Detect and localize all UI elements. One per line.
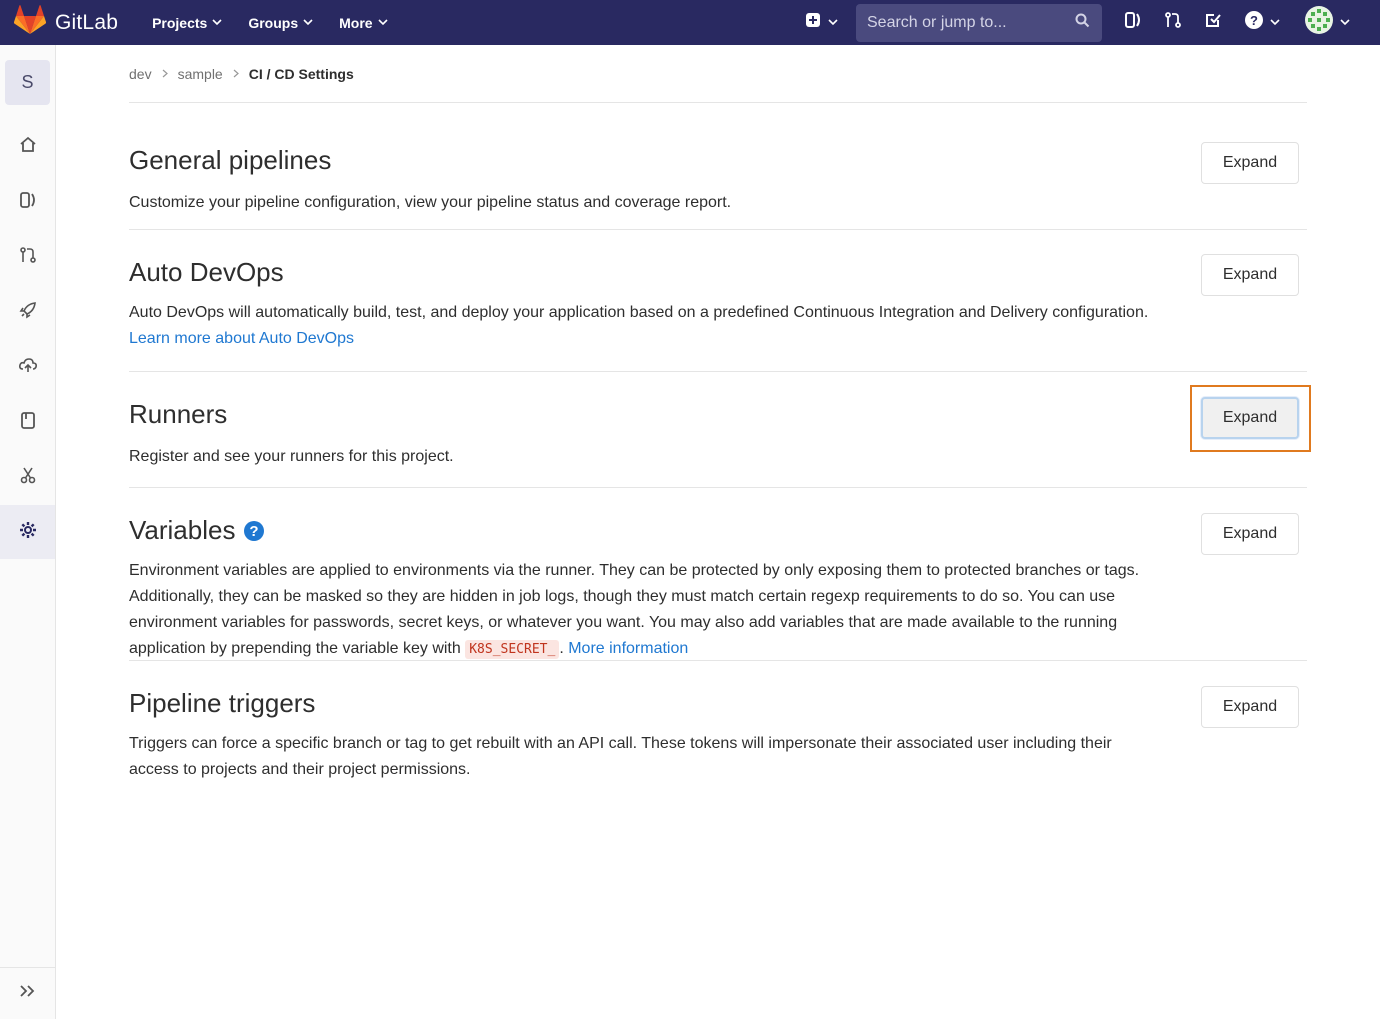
search-input[interactable]: Search or jump to... [856,3,1102,42]
chevron-down-icon [303,19,313,26]
home-icon [18,135,38,160]
chevron-down-icon [1270,19,1280,26]
nav-projects[interactable]: Projects [152,15,222,31]
section-runners: Runners Register and see your runners fo… [129,372,1311,488]
expand-variables-button[interactable]: Expand [1201,513,1299,555]
chevron-down-icon [212,19,222,26]
svg-text:?: ? [250,523,259,540]
brand-name: GitLab [55,10,119,34]
collapse-sidebar-button[interactable] [0,967,55,1019]
expand-auto-devops-button[interactable]: Expand [1201,254,1299,296]
expand-general-pipelines-button[interactable]: Expand [1201,142,1299,184]
double-chevron-right-icon [19,984,37,1003]
expand-pipeline-triggers-button[interactable]: Expand [1201,686,1299,728]
plus-square-icon [805,12,821,33]
section-description: Customize your pipeline configuration, v… [129,194,732,211]
svg-text:?: ? [1250,13,1258,28]
gitlab-logo-icon [13,5,47,40]
todos-nav-button[interactable] [1204,11,1222,34]
section-title: General pipelines [129,145,332,175]
merge-requests-nav-button[interactable] [1164,11,1182,34]
rocket-icon [18,300,38,325]
top-navbar: GitLab Projects Groups More Search or ju… [0,0,1380,45]
breadcrumb-sample[interactable]: sample [178,66,223,82]
gitlab-home-link[interactable]: GitLab [13,5,119,40]
cloud-icon [18,355,38,380]
nav-menu: Projects Groups More [152,15,413,31]
search-icon [1075,13,1090,33]
merge-request-icon [18,245,38,270]
sidebar-item-project-overview[interactable] [0,120,55,174]
merge-request-icon [1164,11,1182,34]
settings-icon [18,520,38,545]
sidebar-item-issues[interactable] [0,175,55,229]
section-title: Variables ? [129,515,1307,546]
sidebar-item-snippets[interactable] [0,450,55,504]
sidebar-item-ci-cd[interactable] [0,285,55,339]
chevron-down-icon [377,19,388,26]
nav-more-label: More [339,14,373,31]
chevron-down-icon [828,19,838,26]
sidebar-item-operations[interactable] [0,340,55,394]
question-circle-icon[interactable]: ? [243,520,265,542]
nav-groups[interactable]: Groups [248,15,313,31]
nav-more[interactable]: More [339,14,388,31]
section-title: Auto DevOps [129,257,284,287]
issues-nav-button[interactable] [1124,11,1142,34]
more-information-link[interactable]: More information [568,640,688,657]
project-sidebar: S [0,45,56,1019]
section-auto-devops: Auto DevOps Auto DevOps will automatical… [129,230,1307,372]
breadcrumb: dev sample CI / CD Settings [129,45,1307,103]
document-icon [18,410,38,435]
scissors-icon [18,465,38,490]
project-avatar: S [5,59,50,105]
learn-more-auto-devops-link[interactable]: Learn more about Auto DevOps [129,330,354,347]
user-avatar [1304,5,1334,40]
sidebar-item-settings[interactable] [0,505,55,559]
section-variables: Variables ? Environment variables are ap… [129,488,1307,661]
section-description: Auto DevOps will automatically build, te… [129,300,1164,352]
breadcrumb-current[interactable]: CI / CD Settings [249,66,354,82]
section-description: Environment variables are applied to env… [129,558,1164,663]
section-description: Register and see your runners for this p… [129,448,454,465]
section-general-pipelines: General pipelines Customize your pipelin… [129,103,1307,230]
description-text: Auto DevOps will automatically build, te… [129,304,1149,321]
section-title: Runners [129,399,228,429]
todo-icon [1204,11,1222,34]
new-item-dropdown[interactable] [805,12,838,33]
section-pipeline-triggers: Pipeline triggers Triggers can force a s… [129,661,1307,791]
user-menu-dropdown[interactable] [1304,5,1350,40]
section-title-text: Variables [129,515,236,545]
breadcrumb-dev[interactable]: dev [129,66,152,82]
nav-projects-label: Projects [152,14,208,31]
navbar-right: Search or jump to... ? [805,0,1380,45]
description-punctuation: . [559,640,564,657]
chevron-down-icon [1340,19,1350,26]
help-dropdown[interactable]: ? [1244,10,1280,35]
section-description: Triggers can force a specific branch or … [129,735,1112,778]
project-avatar-link[interactable]: S [0,55,55,109]
expand-runners-button[interactable]: Expand [1201,397,1299,439]
chevron-right-icon [233,69,239,78]
issues-icon [1124,11,1142,34]
nav-groups-label: Groups [248,14,299,31]
sidebar-item-wiki[interactable] [0,395,55,449]
main-content: dev sample CI / CD Settings General pipe… [129,45,1311,791]
sidebar-item-merge-requests[interactable] [0,230,55,284]
search-placeholder: Search or jump to... [867,13,1007,31]
section-title: Pipeline triggers [129,688,316,718]
help-icon: ? [1244,10,1264,35]
chevron-right-icon [162,69,168,78]
issues-icon [18,190,38,215]
code-snippet: K8S_SECRET_ [465,640,560,659]
